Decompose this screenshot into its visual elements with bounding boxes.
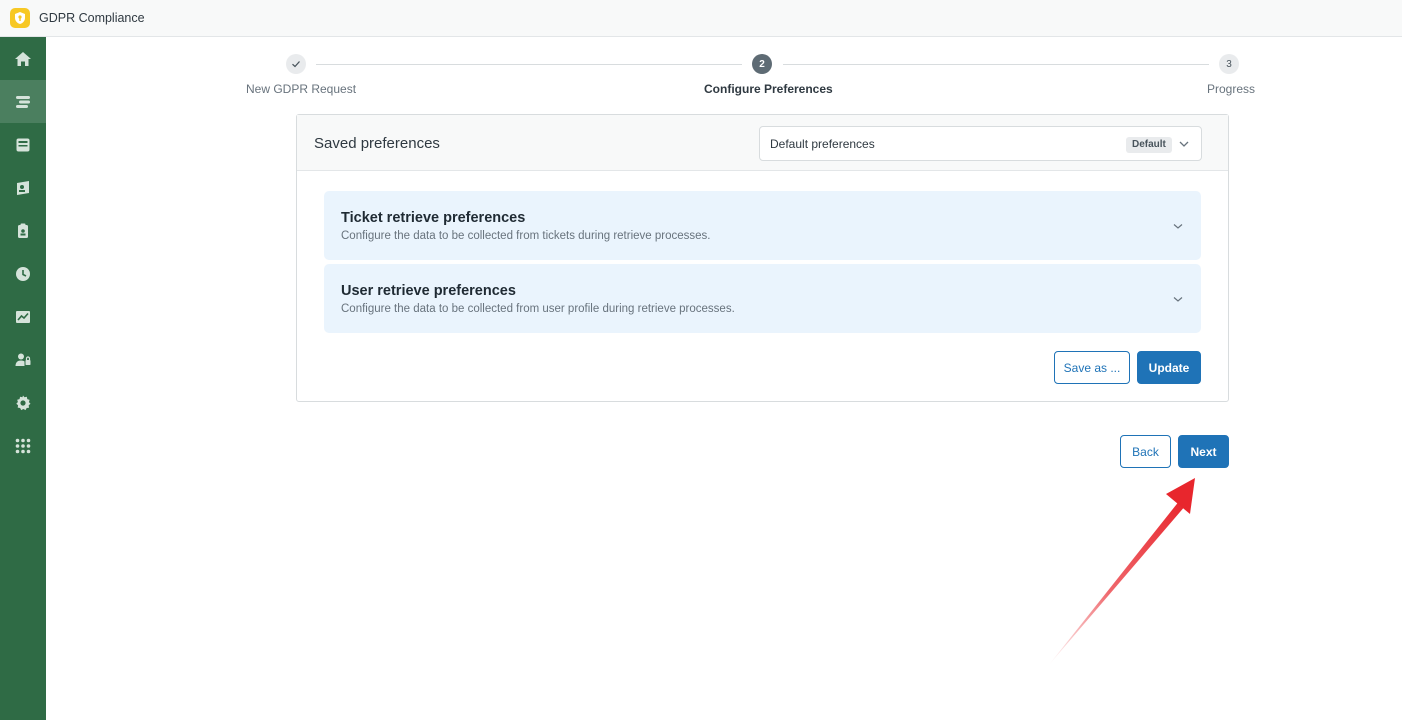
user-retrieve-preferences-accordion[interactable]: User retrieve preferences Configure the … — [324, 264, 1201, 333]
sidebar-item-settings[interactable] — [0, 381, 46, 424]
step-2-label: Configure Preferences — [704, 82, 833, 96]
step-3-indicator: 3 — [1219, 54, 1239, 74]
clock-icon — [16, 266, 30, 281]
step-3-label: Progress — [1207, 82, 1256, 96]
gdpr-shield-logo — [10, 8, 30, 28]
stepper-connector — [316, 64, 742, 65]
next-button[interactable]: Next — [1178, 435, 1229, 468]
sidebar-item-home[interactable] — [0, 37, 46, 80]
accordion-description: Configure the data to be collected from … — [341, 303, 735, 315]
sidebar-item-clipboard[interactable] — [0, 209, 46, 252]
stepper-connector — [783, 64, 1209, 65]
chevron-down-icon[interactable] — [1172, 220, 1184, 232]
user-card-icon — [17, 180, 29, 195]
sidebar-item-apps[interactable] — [0, 424, 46, 467]
step-1-label: New GDPR Request — [246, 82, 357, 96]
update-button[interactable]: Update — [1137, 351, 1201, 384]
inbox-icon — [16, 138, 30, 151]
save-as-button[interactable]: Save as ... — [1054, 351, 1130, 384]
sidebar-item-user-card[interactable] — [0, 166, 46, 209]
top-bar: GDPR Compliance — [0, 0, 1402, 37]
ticket-retrieve-preferences-accordion[interactable]: Ticket retrieve preferences Configure th… — [324, 191, 1201, 260]
gear-icon — [16, 395, 31, 410]
sidebar-item-reports[interactable] — [0, 295, 46, 338]
annotation-arrow — [1048, 478, 1195, 666]
sidebar — [0, 37, 46, 720]
default-badge: Default — [1126, 137, 1172, 153]
preferences-card-header: Saved preferences Default preferences De… — [297, 115, 1228, 171]
app-title: GDPR Compliance — [39, 11, 145, 25]
chevron-down-icon — [1179, 141, 1189, 147]
sidebar-item-inbox[interactable] — [0, 123, 46, 166]
accordion-title: Ticket retrieve preferences — [341, 210, 526, 226]
clipboard-user-icon — [18, 223, 28, 238]
preferences-card: Saved preferences Default preferences De… — [296, 114, 1229, 402]
accordion-description: Configure the data to be collected from … — [341, 230, 711, 242]
saved-preferences-select-value: Default preferences — [770, 137, 875, 151]
sidebar-item-access[interactable] — [0, 338, 46, 381]
back-button[interactable]: Back — [1120, 435, 1171, 468]
saved-preferences-select[interactable]: Default preferences Default — [759, 126, 1202, 161]
apps-grid-icon — [15, 438, 31, 453]
chevron-down-icon[interactable] — [1172, 293, 1184, 305]
sidebar-item-history[interactable] — [0, 252, 46, 295]
step-1-check-icon — [286, 54, 306, 74]
sidebar-item-requests[interactable] — [0, 80, 46, 123]
user-lock-icon — [15, 353, 31, 366]
requests-icon — [16, 95, 30, 108]
chart-icon — [16, 310, 30, 323]
step-2-indicator: 2 — [752, 54, 772, 74]
saved-preferences-title: Saved preferences — [314, 135, 440, 152]
accordion-title: User retrieve preferences — [341, 283, 516, 299]
home-icon — [15, 51, 31, 66]
